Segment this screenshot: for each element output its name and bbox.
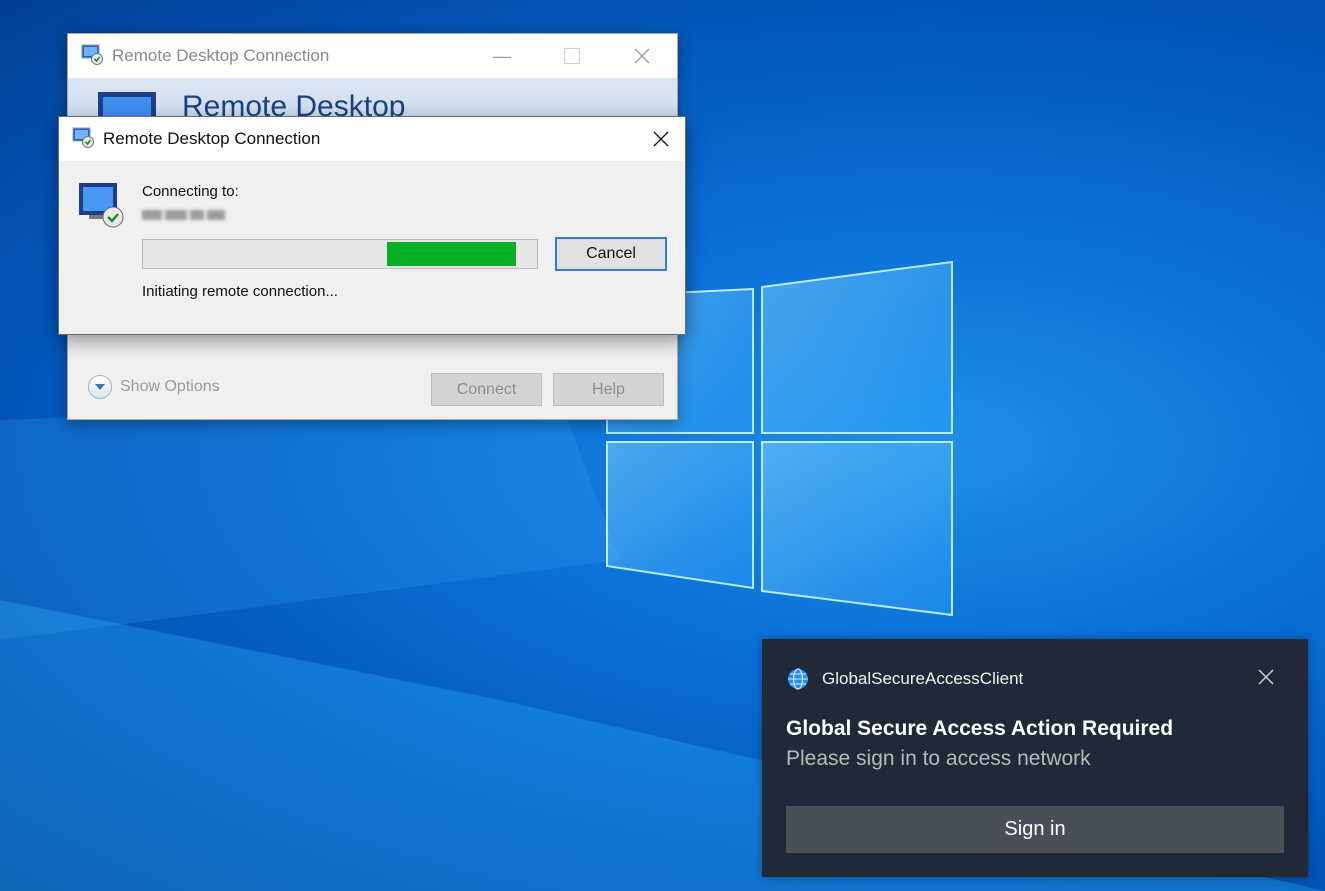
maximize-icon xyxy=(564,48,580,64)
rdc-main-title: Remote Desktop Connection xyxy=(112,46,330,65)
connecting-label: Connecting to: xyxy=(142,183,239,200)
dialog-title: Remote Desktop Connection xyxy=(103,129,321,148)
rdc-app-icon xyxy=(71,125,95,154)
close-icon xyxy=(653,131,669,147)
close-icon xyxy=(634,48,650,64)
rdc-monitor-icon xyxy=(79,183,124,228)
show-options-toggle[interactable]: Show Options xyxy=(88,375,220,399)
minimize-icon: — xyxy=(493,45,511,66)
toast-body: Please sign in to access network xyxy=(786,747,1091,770)
rdc-main-titlebar: Remote Desktop Connection — xyxy=(68,34,677,78)
maximize-button[interactable] xyxy=(537,34,607,78)
connect-button[interactable]: Connect xyxy=(431,373,542,406)
minimize-button[interactable]: — xyxy=(467,34,537,78)
rdc-app-icon xyxy=(80,42,104,71)
sign-in-button[interactable]: Sign in xyxy=(786,806,1284,853)
dialog-close-button[interactable] xyxy=(637,117,685,161)
toast-notification: GlobalSecureAccessClient Global Secure A… xyxy=(762,639,1308,877)
close-icon xyxy=(1258,669,1274,685)
connecting-dialog: Remote Desktop Connection Connecting to:… xyxy=(58,116,686,335)
toast-app-row: GlobalSecureAccessClient xyxy=(786,667,1023,691)
dialog-titlebar: Remote Desktop Connection xyxy=(59,117,685,161)
connection-status: Initiating remote connection... xyxy=(142,283,338,300)
connection-progress-bar xyxy=(142,239,538,269)
toast-title: Global Secure Access Action Required xyxy=(786,717,1174,740)
globe-icon xyxy=(788,668,808,690)
show-options-icon xyxy=(88,375,112,399)
toast-close-button[interactable] xyxy=(1258,669,1276,687)
cancel-button[interactable]: Cancel xyxy=(555,237,667,271)
close-button[interactable] xyxy=(607,34,677,78)
show-options-label: Show Options xyxy=(120,378,220,395)
progress-fill xyxy=(387,242,516,266)
rdc-footer: Show Options Connect Help xyxy=(68,359,677,419)
blurred-hostname xyxy=(142,207,234,223)
toast-app-name: GlobalSecureAccessClient xyxy=(822,669,1024,688)
help-button[interactable]: Help xyxy=(553,373,664,406)
